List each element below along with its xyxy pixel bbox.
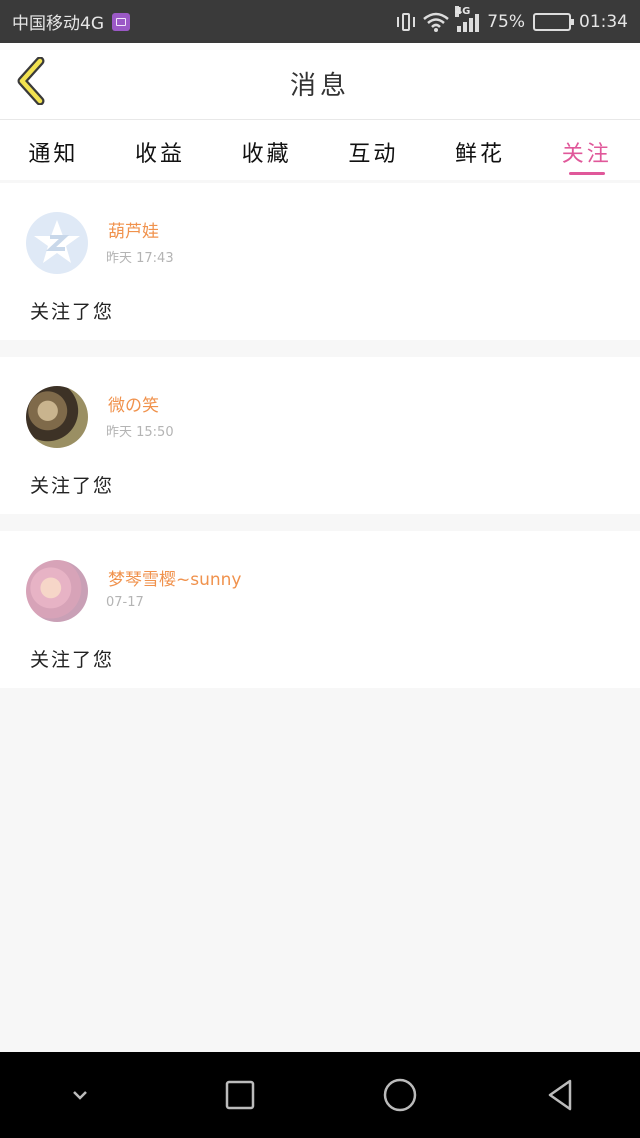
wifi-icon [423,12,450,32]
timestamp: 07-17 [106,595,144,610]
back-nav-button[interactable] [530,1065,590,1125]
header: 消息 [0,43,640,120]
status-right: 4G 75% 01:34 [397,5,628,33]
notification-message: 关注了您 [30,475,115,497]
user-name[interactable]: 梦琴雪樱~sunny [108,565,242,590]
clock: 01:34 [579,11,628,32]
home-button[interactable] [370,1065,430,1125]
list-item[interactable]: 微の笑 昨天 15:50 关注了您 [0,357,640,514]
user-name[interactable]: 葫芦娃 [108,217,159,242]
avatar[interactable] [26,386,88,448]
cell-signal-icon: 4G [455,5,480,32]
gallery-notification-icon [112,12,130,31]
battery-icon [533,12,574,31]
avatar[interactable] [26,212,88,274]
page-title: 消息 [289,71,350,101]
avatar[interactable] [26,560,88,622]
recents-button[interactable] [210,1065,270,1125]
timestamp: 昨天 17:43 [106,251,174,266]
battery-percent: 75% [487,11,525,32]
status-left: 中国移动4G [12,9,130,34]
triangle-back-icon [548,1079,572,1111]
tab-bar: 通知 收益 收藏 互动 鲜花 关注 [0,120,640,180]
tab-following[interactable]: 关注 [533,120,640,180]
notification-message: 关注了您 [30,649,115,671]
square-icon [225,1080,255,1110]
list-item[interactable]: 葫芦娃 昨天 17:43 关注了您 [0,183,640,340]
network-type-label: 4G [455,5,471,17]
vibrate-icon [397,11,416,33]
user-name[interactable]: 微の笑 [108,391,159,416]
list-item[interactable]: 梦琴雪樱~sunny 07-17 关注了您 [0,531,640,688]
status-bar: 中国移动4G 4G 75% 01:34 [0,0,640,43]
system-nav-bar [0,1052,640,1138]
timestamp: 昨天 15:50 [106,425,174,440]
circle-icon [383,1078,417,1112]
tab-earnings[interactable]: 收益 [107,120,214,180]
qzone-star-icon [34,220,80,263]
notification-message: 关注了您 [30,301,115,323]
hide-nav-button[interactable] [50,1065,110,1125]
tab-notice[interactable]: 通知 [0,120,107,180]
chevron-down-icon [73,1091,87,1100]
tab-favorites[interactable]: 收藏 [213,120,320,180]
tab-flowers[interactable]: 鲜花 [427,120,534,180]
tab-interaction[interactable]: 互动 [320,120,427,180]
carrier-label: 中国移动4G [12,14,104,34]
